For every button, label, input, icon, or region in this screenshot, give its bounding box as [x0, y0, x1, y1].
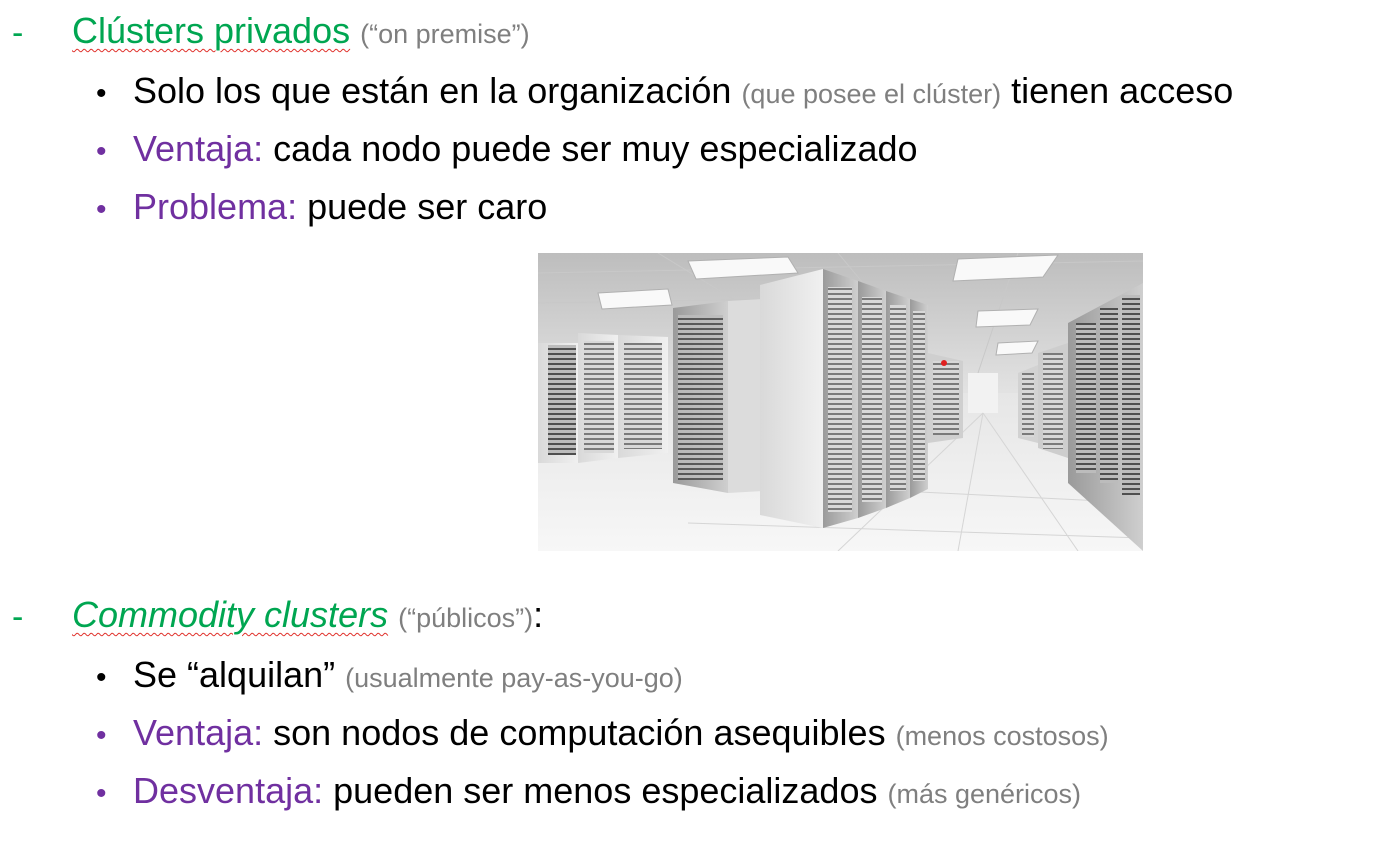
item-text: Se “alquilan”	[133, 654, 336, 695]
section1-title: Clústers privados	[72, 10, 351, 51]
item-lead: Desventaja:	[133, 770, 324, 811]
item-note: (menos costosos)	[895, 721, 1109, 751]
list-item: • Desventaja: pueden ser menos especializ…	[96, 770, 1081, 812]
bullet-icon: •	[96, 719, 107, 752]
section2-dash: -	[12, 598, 24, 636]
item-note: (más genéricos)	[887, 779, 1082, 809]
item-tail: tienen acceso	[1011, 70, 1234, 111]
item-note: (que posee el clúster)	[741, 79, 1002, 109]
list-item: • Problema: puede ser caro	[96, 186, 547, 228]
section1-heading: Clústers privados (“on premise”)	[72, 10, 530, 52]
section2-title-note: (“públicos”)	[398, 603, 534, 633]
item-note: (usualmente pay-as-you-go)	[345, 663, 683, 693]
item-text: pueden ser menos especializados	[333, 770, 878, 811]
item-lead: Problema:	[133, 186, 298, 227]
item-lead: Ventaja:	[133, 128, 264, 169]
server-room-photo	[538, 253, 1143, 551]
item-text: cada nodo puede ser muy especializado	[273, 128, 918, 169]
list-item: • Ventaja: cada nodo puede ser muy especi…	[96, 128, 918, 170]
section2-heading: Commodity clusters (“públicos”):	[72, 594, 543, 636]
section1-dash: -	[12, 14, 24, 52]
list-item: • Solo los que están en la organización (…	[96, 70, 1233, 112]
section2-title-colon: :	[533, 594, 544, 635]
bullet-icon: •	[96, 77, 107, 110]
item-lead: Ventaja:	[133, 712, 264, 753]
bullet-icon: •	[96, 193, 107, 226]
item-text: son nodos de computación asequibles	[273, 712, 886, 753]
section2-title: Commodity clusters	[72, 594, 389, 635]
bullet-icon: •	[96, 661, 107, 694]
section1-title-note: (“on premise”)	[360, 19, 530, 49]
list-item: • Se “alquilan” (usualmente pay-as-you-go…	[96, 654, 683, 696]
bullet-icon: •	[96, 777, 107, 810]
bullet-icon: •	[96, 135, 107, 168]
item-text: Solo los que están en la organización	[133, 70, 732, 111]
list-item: • Ventaja: son nodos de computación asequ…	[96, 712, 1109, 754]
item-text: puede ser caro	[307, 186, 548, 227]
